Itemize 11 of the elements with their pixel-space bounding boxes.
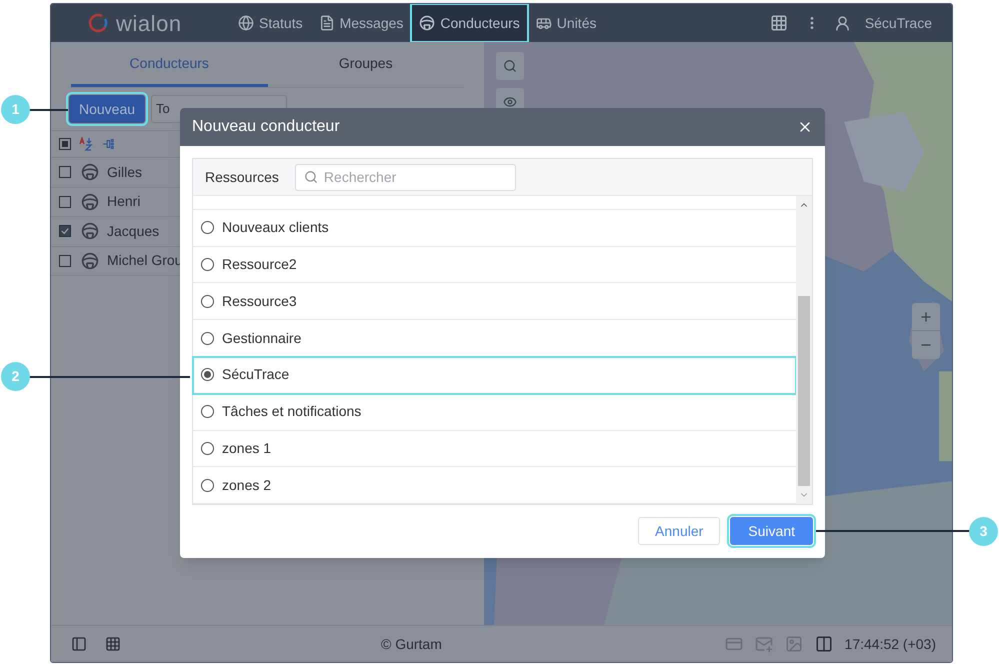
- callout-badge: 2: [1, 362, 30, 391]
- copyright-text: © Gurtam: [381, 634, 442, 654]
- callout-badge: 3: [969, 517, 998, 546]
- driver-name: Gilles: [107, 162, 142, 182]
- clock-time: 17:44:52 (+03): [844, 634, 936, 654]
- driver-name: Jacques: [107, 222, 160, 241]
- callout-badge: 1: [1, 95, 30, 124]
- resources-label: Ressources: [205, 168, 279, 186]
- driver-name: Henri: [107, 192, 140, 212]
- dialog-title: Nouveau conducteur: [192, 117, 341, 137]
- logo-text: wialon: [116, 10, 182, 38]
